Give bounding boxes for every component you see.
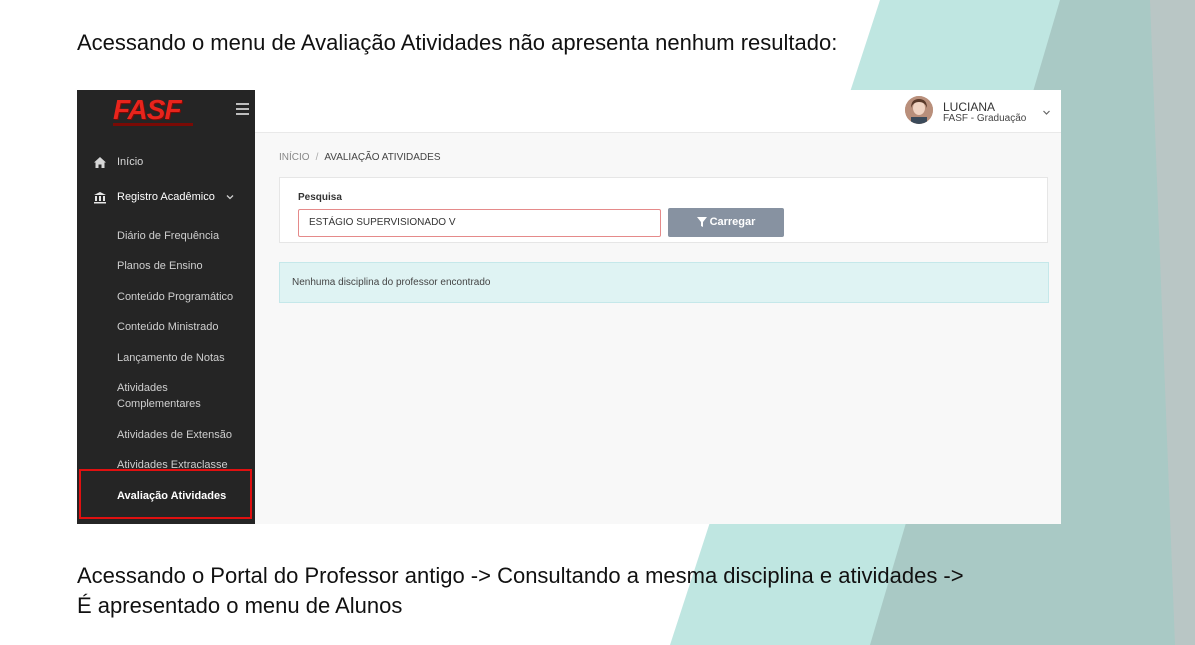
search-label: Pesquisa <box>298 192 342 203</box>
sidebar-item-label: Início <box>117 156 144 168</box>
search-card: Pesquisa ESTÁGIO SUPERVISIONADO V Carreg… <box>279 177 1048 243</box>
search-input[interactable]: ESTÁGIO SUPERVISIONADO V <box>298 209 661 237</box>
breadcrumb-home[interactable]: INÍCIO <box>279 152 310 163</box>
breadcrumb-current: AVALIAÇÃO ATIVIDADES <box>324 152 441 163</box>
breadcrumb-separator: / <box>315 152 319 163</box>
avatar[interactable] <box>905 96 933 124</box>
slide-heading: Acessando o menu de Avaliação Atividades… <box>77 30 838 55</box>
highlight-box <box>79 469 252 519</box>
sidebar-item-label: Registro Acadêmico <box>117 191 215 203</box>
sidebar-item-conteudo-ministrado[interactable]: Conteúdo Ministrado <box>117 319 242 335</box>
hamburger-menu-icon[interactable] <box>236 103 249 115</box>
load-button-label: Carregar <box>709 216 756 228</box>
sidebar-item-conteudo-programatico[interactable]: Conteúdo Programático <box>117 289 242 305</box>
chevron-down-icon <box>226 195 234 200</box>
top-bar: LUCIANA FASF - Graduação <box>255 90 1061 133</box>
sidebar: FASF Início Registro Acadêmico Diário de… <box>77 90 255 524</box>
sidebar-item-atividades-complementares[interactable]: Atividades Complementares <box>117 380 217 412</box>
logo-underline <box>113 123 193 126</box>
user-organization: FASF - Graduação <box>943 113 1027 124</box>
sidebar-item-planos-ensino[interactable]: Planos de Ensino <box>117 258 242 274</box>
app-screenshot: FASF Início Registro Acadêmico Diário de… <box>77 90 1061 524</box>
brand-logo[interactable]: FASF <box>113 94 182 126</box>
slide-footer-line1: Acessando o Portal do Professor antigo -… <box>77 563 964 588</box>
chevron-down-icon[interactable] <box>1042 108 1051 117</box>
institution-icon <box>94 192 106 204</box>
slide-footer-line2: É apresentado o menu de Alunos <box>77 593 403 618</box>
load-button[interactable]: Carregar <box>668 208 784 237</box>
breadcrumb: INÍCIO / AVALIAÇÃO ATIVIDADES <box>279 152 441 163</box>
info-alert: Nenhuma disciplina do professor encontra… <box>279 262 1049 303</box>
sidebar-item-diario-frequencia[interactable]: Diário de Frequência <box>117 228 242 244</box>
filter-icon <box>696 217 707 227</box>
user-name[interactable]: LUCIANA <box>943 100 995 114</box>
sidebar-item-atividades-extensao[interactable]: Atividades de Extensão <box>117 427 242 443</box>
home-icon <box>94 157 106 168</box>
sidebar-item-lancamento-notas[interactable]: Lançamento de Notas <box>117 350 242 366</box>
